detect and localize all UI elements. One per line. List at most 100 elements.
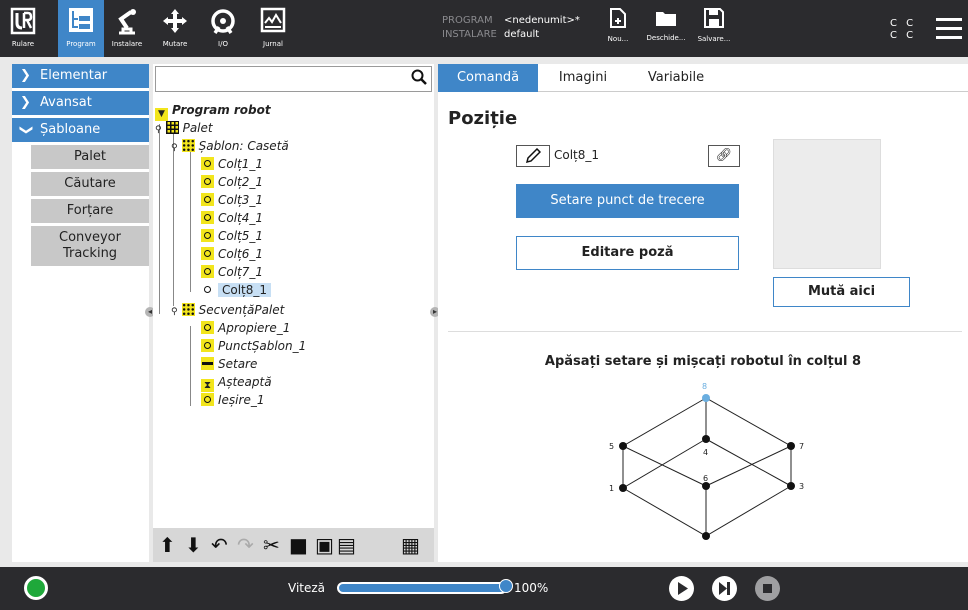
tree-palet[interactable]: ⚲ Palet (155, 120, 213, 136)
tree-sablon-label: Șablon: Casetă (198, 139, 289, 153)
nav-io-label: I/O (218, 40, 228, 48)
tree-seq-label: PunctȘablon_1 (218, 339, 307, 353)
tree-sablon[interactable]: ⚲ Șablon: Casetă (171, 138, 289, 154)
tab-comanda[interactable]: Comandă (438, 64, 538, 92)
redo-icon[interactable]: ↷ (237, 534, 254, 556)
corner-3-label: 3 (799, 482, 804, 491)
search-icon[interactable] (411, 69, 427, 89)
tree-corner[interactable]: Colț7_1 (201, 264, 263, 280)
corner-4-point (702, 435, 710, 443)
pencil-icon (525, 147, 542, 168)
save-button[interactable]: Salvare... (694, 0, 734, 57)
tree-seq-item[interactable]: Setare (201, 356, 257, 372)
suppress-icon[interactable]: ▦ (401, 534, 420, 556)
tree-corner-label: Colț6_1 (218, 247, 264, 261)
corner-2-point (702, 532, 710, 540)
cc-line-1: C C (890, 18, 917, 29)
waypoint-icon (201, 229, 214, 242)
stop-icon (763, 584, 772, 593)
edit-pose-button[interactable]: Editare poză (516, 236, 739, 270)
instruction-text: Apăsați setare și mișcați robotul în col… (544, 354, 862, 369)
tree-corner[interactable]: Colț5_1 (201, 228, 263, 244)
move-down-icon[interactable]: ⬇ (185, 534, 202, 556)
tree-corner[interactable]: Colț3_1 (201, 192, 263, 208)
tree-root-label: Program robot (172, 103, 271, 117)
nav-program-button[interactable]: Program (58, 0, 104, 57)
tree-corner-label: Colț3_1 (218, 193, 264, 207)
undo-icon[interactable]: ↶ (211, 534, 228, 556)
step-button[interactable] (712, 576, 737, 601)
speed-slider-knob[interactable] (499, 579, 513, 593)
move-up-icon[interactable]: ⬆ (159, 534, 176, 556)
waypoint-icon (201, 393, 214, 406)
tree-seq-item[interactable]: PunctȘablon_1 (201, 338, 306, 354)
pallet-grid-icon (165, 121, 179, 134)
command-panel: Comandă Imagini Variabile Poziție Colț8_… (438, 64, 968, 562)
nav-sabloane-label: Șabloane (40, 122, 101, 137)
pin-icon: ⚲ (155, 125, 162, 135)
save-icon (694, 0, 734, 32)
nav-sabloane[interactable]: ❯ Șabloane (12, 118, 149, 142)
stop-button[interactable] (755, 576, 780, 601)
nav-log-button[interactable]: Jurnal (250, 0, 296, 57)
power-status-button[interactable] (24, 576, 48, 600)
corner-1-label: 1 (609, 484, 614, 493)
chevron-down-icon: ❯ (18, 124, 34, 136)
template-conveyor-tracking[interactable]: Conveyor Tracking (31, 226, 149, 266)
hamburger-menu-icon[interactable] (936, 18, 962, 45)
waypoint-name: Colț8_1 (554, 148, 600, 162)
paste-icon[interactable]: ▣ (315, 534, 334, 556)
tree-corner[interactable]: Colț2_1 (201, 174, 263, 190)
speed-slider[interactable] (337, 582, 507, 594)
tree-corner-selected[interactable]: Colț8_1 (201, 282, 272, 298)
nav-move-button[interactable]: Mutare (152, 0, 198, 57)
waypoint-icon (201, 175, 214, 188)
corner-7-label: 7 (799, 442, 804, 451)
new-file-button[interactable]: Nou... (603, 0, 633, 57)
tree-corner[interactable]: Colț6_1 (201, 246, 263, 262)
tree-corner[interactable]: Colț4_1 (201, 210, 263, 226)
nav-install-button[interactable]: Instalare (104, 0, 150, 57)
tree-search-input[interactable] (155, 66, 432, 92)
robot-preview (773, 139, 881, 269)
tree-seq-item[interactable]: Ieșire_1 (201, 392, 264, 408)
tree-seq-item[interactable]: Apropiere_1 (201, 320, 290, 336)
program-name: <nedenumit>* (504, 15, 580, 26)
nav-avansat-label: Avansat (40, 95, 92, 110)
nav-run-button[interactable]: Rulare (0, 0, 46, 57)
move-arrows-icon (152, 0, 198, 40)
copy-icon[interactable]: ■ (289, 534, 308, 556)
move-here-button[interactable]: Mută aici (773, 277, 910, 307)
tree-seq-item[interactable]: ⧗ Așteaptă (201, 374, 272, 392)
template-fortare[interactable]: Forțare (31, 199, 149, 223)
set-waypoint-button[interactable]: Setare punct de trecere (516, 184, 739, 218)
waypoint-icon (201, 193, 214, 206)
tree-secventa[interactable]: ⚲ SecvențăPalet (171, 302, 284, 318)
rename-button[interactable] (516, 145, 550, 167)
corner-6-point (702, 482, 710, 490)
step-icon (719, 582, 730, 595)
nav-io-button[interactable]: I/O (200, 0, 246, 57)
template-cautare[interactable]: Căutare (31, 172, 149, 196)
play-button[interactable] (669, 576, 694, 601)
delete-icon[interactable]: ▤ (337, 534, 356, 556)
hourglass-icon: ⧗ (201, 379, 214, 392)
tab-variabile[interactable]: Variabile (636, 64, 716, 92)
tree-seq-label: Setare (218, 357, 258, 371)
nav-elementar[interactable]: ❯ Elementar (12, 64, 149, 88)
corner-1-point (619, 484, 627, 492)
template-palet[interactable]: Palet (31, 145, 149, 169)
log-icon (250, 0, 296, 40)
cut-icon[interactable]: ✂ (263, 534, 280, 556)
nav-avansat[interactable]: ❯ Avansat (12, 91, 149, 115)
tree-corner[interactable]: Colț1_1 (201, 156, 263, 172)
tree-corner-label: Colț2_1 (218, 175, 264, 189)
open-button[interactable]: Deschide... (644, 0, 688, 57)
tab-imagini[interactable]: Imagini (546, 64, 620, 92)
corner-8-label: 8 (702, 382, 707, 391)
open-label: Deschide... (646, 34, 686, 42)
folder-icon (644, 0, 688, 31)
link-button[interactable]: 🔗︎ (708, 145, 740, 167)
nav-run-label: Rulare (11, 40, 35, 48)
tree-root[interactable]: ▼ Program robot (155, 102, 271, 121)
